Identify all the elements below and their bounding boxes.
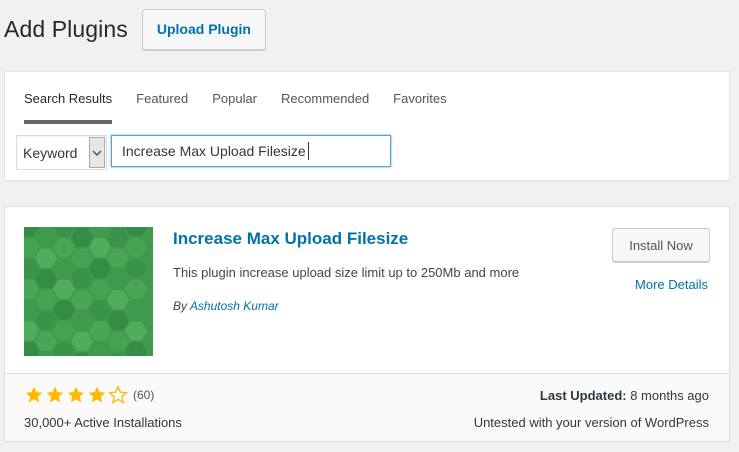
star-icon: [67, 386, 85, 403]
plugin-description: This plugin increase upload size limit u…: [173, 265, 520, 280]
star-icon: [25, 386, 43, 403]
upload-plugin-button[interactable]: Upload Plugin: [141, 8, 266, 50]
author-link[interactable]: Ashutosh Kumar: [190, 299, 279, 313]
chevron-down-icon[interactable]: [89, 137, 105, 168]
star-icon: [88, 386, 106, 403]
plugin-card-top: Increase Max Upload Filesize This plugin…: [5, 207, 729, 373]
plugin-filter-bar: Search Results Featured Popular Recommen…: [4, 71, 730, 181]
page-title: Add Plugins: [4, 15, 128, 42]
star-icon: [108, 385, 128, 404]
plugin-tabs: Search Results Featured Popular Recommen…: [24, 72, 471, 124]
stars: [24, 385, 129, 405]
last-updated: Last Updated: 8 months ago: [540, 388, 709, 403]
star-icon: [46, 386, 64, 403]
text-caret: [307, 142, 309, 160]
install-now-button[interactable]: Install Now: [612, 228, 710, 262]
last-updated-value: 8 months ago: [630, 388, 709, 403]
tab-search-results[interactable]: Search Results: [24, 72, 113, 124]
compatibility-notice: Untested with your version of WordPress: [473, 415, 709, 430]
page-header: Add Plugins Upload Plugin: [4, 8, 266, 50]
tab-popular[interactable]: Popular: [212, 72, 257, 124]
plugin-author: By Ashutosh Kumar: [173, 299, 279, 313]
author-prefix: By: [173, 299, 188, 313]
plugin-card: Increase Max Upload Filesize This plugin…: [4, 206, 730, 442]
tab-featured[interactable]: Featured: [136, 72, 188, 124]
star-rating: (60): [24, 385, 154, 405]
plugin-card-bottom: (60) 30,000+ Active Installations Last U…: [5, 373, 729, 441]
rating-count: (60): [133, 388, 155, 402]
search-input[interactable]: Increase Max Upload Filesize: [111, 135, 391, 167]
search-type-value: Keyword: [23, 144, 78, 161]
more-details-link[interactable]: More Details: [635, 277, 708, 292]
tab-recommended[interactable]: Recommended: [281, 72, 369, 124]
plugin-name-link[interactable]: Increase Max Upload Filesize: [173, 229, 408, 249]
tab-favorites[interactable]: Favorites: [393, 72, 446, 124]
search-input-value: Increase Max Upload Filesize: [122, 143, 306, 159]
plugin-hexagon-icon[interactable]: [24, 227, 153, 356]
search-row: Keyword Increase Max Upload Filesize: [16, 135, 391, 170]
active-installs: 30,000+ Active Installations: [24, 415, 182, 430]
last-updated-label: Last Updated:: [539, 388, 627, 403]
search-type-select[interactable]: Keyword: [16, 135, 107, 170]
